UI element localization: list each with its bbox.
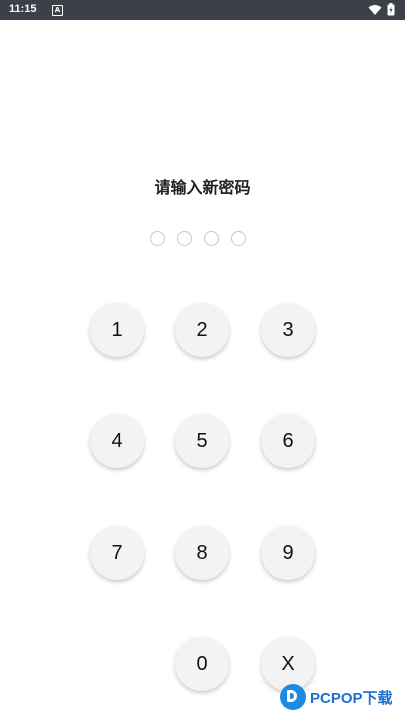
key-3-button[interactable]: 3 xyxy=(261,303,315,357)
status-icons xyxy=(368,3,395,16)
key-5-button[interactable]: 5 xyxy=(175,414,229,468)
key-8-button[interactable]: 8 xyxy=(175,526,229,580)
key-9-button[interactable]: 9 xyxy=(261,526,315,580)
status-time: 11:15 xyxy=(9,3,37,15)
wifi-icon xyxy=(368,4,382,15)
key-2-button[interactable]: 2 xyxy=(175,303,229,357)
pin-dot xyxy=(231,231,246,246)
pin-dot xyxy=(150,231,165,246)
watermark: PCPOP下载 xyxy=(280,684,393,710)
key-1-button[interactable]: 1 xyxy=(90,303,144,357)
pin-indicator xyxy=(150,231,246,246)
key-0-button[interactable]: 0 xyxy=(175,637,229,691)
page-title: 请输入新密码 xyxy=(154,178,251,197)
key-4-button[interactable]: 4 xyxy=(90,414,144,468)
status-bar: 11:15 A xyxy=(0,0,405,20)
pcpop-logo-icon xyxy=(280,684,306,710)
watermark-text: PCPOP下载 xyxy=(310,689,393,707)
pin-dot xyxy=(177,231,192,246)
delete-button[interactable]: X xyxy=(261,637,315,691)
battery-icon xyxy=(387,3,395,16)
key-6-button[interactable]: 6 xyxy=(261,414,315,468)
notification-icon: A xyxy=(52,5,63,16)
pin-dot xyxy=(204,231,219,246)
key-7-button[interactable]: 7 xyxy=(90,526,144,580)
